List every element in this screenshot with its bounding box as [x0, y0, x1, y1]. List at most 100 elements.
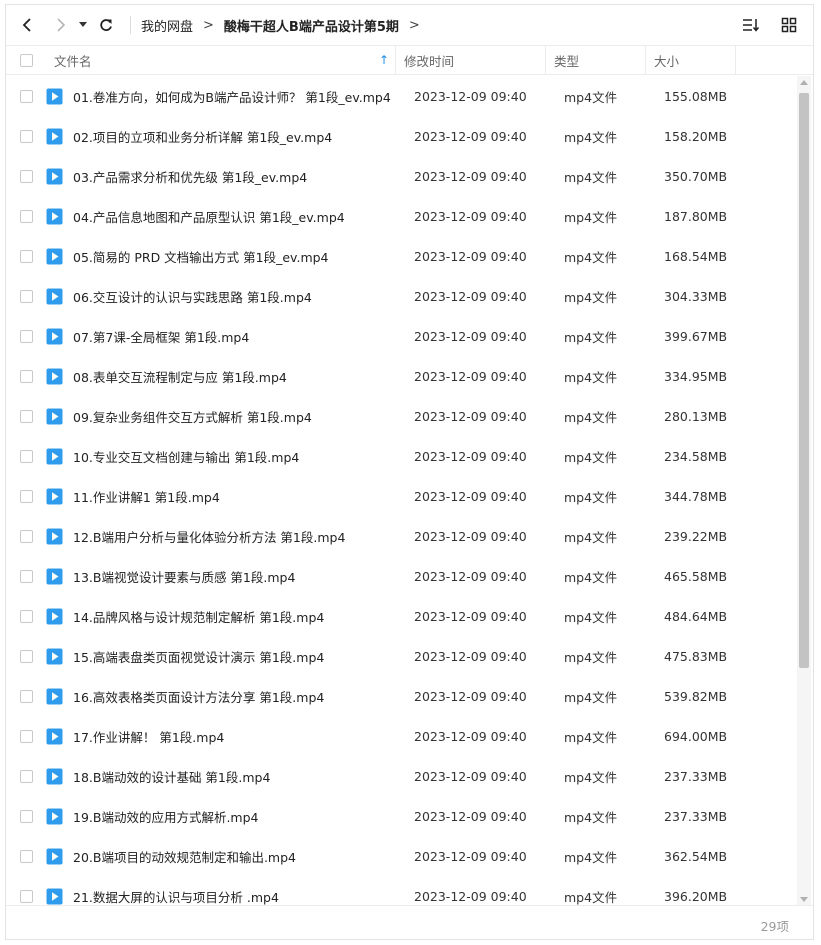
column-header-modified[interactable]: 修改时间 [396, 46, 546, 74]
row-checkbox[interactable] [20, 809, 33, 823]
row-checkbox[interactable] [20, 209, 33, 223]
file-name[interactable]: 09.复杂业务组件交互方式解析 第1段.mp4 [73, 407, 406, 426]
table-row[interactable]: 03.产品需求分析和优先级 第1段_ev.mp4 2023-12-09 09:40… [6, 156, 796, 196]
file-name[interactable]: 21.数据大屏的认识与项目分析 .mp4 [73, 887, 406, 906]
file-name[interactable]: 17.作业讲解！ 第1段.mp4 [73, 727, 406, 746]
row-checkbox[interactable] [20, 369, 33, 383]
table-row[interactable]: 18.B端动效的设计基础 第1段.mp4 2023-12-09 09:40 mp4文… [6, 756, 796, 796]
table-row[interactable]: 08.表单交互流程制定与应 第1段.mp4 2023-12-09 09:40 mp4… [6, 356, 796, 396]
row-checkbox[interactable] [20, 569, 33, 583]
column-header-type[interactable]: 类型 [546, 46, 646, 74]
scroll-up-arrow-icon[interactable] [800, 80, 808, 85]
file-name[interactable]: 12.B端用户分析与量化体验分析方法 第1段.mp4 [73, 527, 406, 546]
column-header-modified-label: 修改时间 [404, 53, 455, 69]
row-checkbox[interactable] [20, 729, 33, 743]
file-name[interactable]: 13.B端视觉设计要素与质感 第1段.mp4 [73, 567, 406, 586]
row-checkbox[interactable] [20, 249, 33, 263]
row-checkbox-cell [6, 769, 46, 783]
table-row[interactable]: 01.卷准方向，如何成为B端产品设计师？ 第1段_ev.mp4 2023-12-0… [6, 76, 796, 116]
item-count: 29项 [760, 919, 789, 934]
file-size: 344.78MB [664, 488, 728, 504]
file-name[interactable]: 07.第7课-全局框架 第1段.mp4 [73, 327, 406, 346]
vertical-scrollbar[interactable] [797, 76, 811, 906]
file-name[interactable]: 08.表单交互流程制定与应 第1段.mp4 [73, 367, 406, 386]
file-name[interactable]: 20.B端项目的动效规范制定和输出.mp4 [73, 847, 406, 866]
scrollbar-thumb[interactable] [799, 93, 809, 668]
table-row[interactable]: 21.数据大屏的认识与项目分析 .mp4 2023-12-09 09:40 mp4文… [6, 876, 796, 906]
row-checkbox[interactable] [20, 129, 33, 143]
file-modified: 2023-12-09 09:40 [414, 168, 527, 184]
refresh-icon[interactable] [94, 13, 118, 37]
file-size: 362.54MB [664, 848, 728, 864]
breadcrumb-root[interactable]: 我的网盘 [141, 16, 193, 35]
history-dropdown-icon[interactable] [76, 13, 90, 37]
file-name[interactable]: 06.交互设计的认识与实践思路 第1段.mp4 [73, 287, 406, 306]
table-row[interactable]: 02.项目的立项和业务分析详解 第1段_ev.mp4 2023-12-09 09:… [6, 116, 796, 156]
row-checkbox[interactable] [20, 449, 33, 463]
table-row[interactable]: 04.产品信息地图和产品原型认识 第1段_ev.mp4 2023-12-09 09… [6, 196, 796, 236]
row-checkbox[interactable] [20, 609, 33, 623]
video-file-icon [46, 368, 73, 385]
file-name[interactable]: 16.高效表格类页面设计方法分享 第1段.mp4 [73, 687, 406, 706]
row-checkbox[interactable] [20, 689, 33, 703]
table-row[interactable]: 13.B端视觉设计要素与质感 第1段.mp4 2023-12-09 09:40 mp… [6, 556, 796, 596]
table-row[interactable]: 06.交互设计的认识与实践思路 第1段.mp4 2023-12-09 09:40 m… [6, 276, 796, 316]
row-checkbox[interactable] [20, 169, 33, 183]
forward-icon[interactable] [48, 13, 72, 37]
file-name[interactable]: 02.项目的立项和业务分析详解 第1段_ev.mp4 [73, 127, 406, 146]
row-checkbox-cell [6, 329, 46, 343]
table-row[interactable]: 14.品牌风格与设计规范制定解析 第1段.mp4 2023-12-09 09:40… [6, 596, 796, 636]
table-row[interactable]: 16.高效表格类页面设计方法分享 第1段.mp4 2023-12-09 09:40… [6, 676, 796, 716]
video-file-icon [46, 328, 73, 345]
video-file-icon [46, 568, 73, 585]
table-row[interactable]: 11.作业讲解1 第1段.mp4 2023-12-09 09:40 mp4文件 344… [6, 476, 796, 516]
table-row[interactable]: 05.简易的 PRD 文档输出方式 第1段_ev.mp4 2023-12-09 0… [6, 236, 796, 276]
file-size: 399.67MB [664, 328, 728, 344]
sort-list-icon[interactable] [739, 13, 763, 37]
file-name[interactable]: 04.产品信息地图和产品原型认识 第1段_ev.mp4 [73, 207, 406, 226]
file-type: mp4文件 [564, 89, 618, 105]
row-checkbox[interactable] [20, 89, 33, 103]
grid-view-icon[interactable] [777, 13, 801, 37]
row-checkbox[interactable] [20, 329, 33, 343]
table-row[interactable]: 17.作业讲解！ 第1段.mp4 2023-12-09 09:40 mp4文件 694… [6, 716, 796, 756]
column-header-size[interactable]: 大小 [646, 46, 736, 74]
file-type: mp4文件 [564, 769, 618, 785]
file-name[interactable]: 03.产品需求分析和优先级 第1段_ev.mp4 [73, 167, 406, 186]
row-checkbox[interactable] [20, 769, 33, 783]
table-row[interactable]: 10.专业交互文档创建与输出 第1段.mp4 2023-12-09 09:40 mp… [6, 436, 796, 476]
table-row[interactable]: 09.复杂业务组件交互方式解析 第1段.mp4 2023-12-09 09:40 m… [6, 396, 796, 436]
row-checkbox-cell [6, 649, 46, 663]
column-header-name[interactable]: 文件名 ↑ [46, 46, 396, 74]
row-checkbox[interactable] [20, 849, 33, 863]
row-checkbox[interactable] [20, 529, 33, 543]
row-checkbox-cell [6, 209, 46, 223]
breadcrumb-current[interactable]: 酸梅干超人B端产品设计第5期 [224, 16, 399, 35]
table-row[interactable]: 19.B端动效的应用方式解析.mp4 2023-12-09 09:40 mp4文件 2… [6, 796, 796, 836]
file-name[interactable]: 10.专业交互文档创建与输出 第1段.mp4 [73, 447, 406, 466]
file-type: mp4文件 [564, 289, 618, 305]
table-row[interactable]: 07.第7课-全局框架 第1段.mp4 2023-12-09 09:40 mp4文件… [6, 316, 796, 356]
file-name[interactable]: 18.B端动效的设计基础 第1段.mp4 [73, 767, 406, 786]
file-name[interactable]: 14.品牌风格与设计规范制定解析 第1段.mp4 [73, 607, 406, 626]
file-name[interactable]: 15.高端表盘类页面视觉设计演示 第1段.mp4 [73, 647, 406, 666]
table-row[interactable]: 20.B端项目的动效规范制定和输出.mp4 2023-12-09 09:40 mp4… [6, 836, 796, 876]
table-row[interactable]: 15.高端表盘类页面视觉设计演示 第1段.mp4 2023-12-09 09:40… [6, 636, 796, 676]
file-name[interactable]: 19.B端动效的应用方式解析.mp4 [73, 807, 406, 826]
file-modified: 2023-12-09 09:40 [414, 848, 527, 864]
video-file-icon [46, 888, 73, 905]
back-icon[interactable] [16, 13, 40, 37]
scroll-down-arrow-icon[interactable] [800, 897, 808, 902]
row-checkbox[interactable] [20, 289, 33, 303]
select-all-checkbox[interactable] [20, 53, 33, 67]
file-name[interactable]: 01.卷准方向，如何成为B端产品设计师？ 第1段_ev.mp4 [73, 87, 406, 106]
file-name[interactable]: 11.作业讲解1 第1段.mp4 [73, 487, 406, 506]
file-name[interactable]: 05.简易的 PRD 文档输出方式 第1段_ev.mp4 [73, 247, 406, 266]
row-checkbox[interactable] [20, 409, 33, 423]
row-checkbox[interactable] [20, 649, 33, 663]
row-checkbox[interactable] [20, 489, 33, 503]
breadcrumb-expand-arrow[interactable]: > [409, 18, 420, 33]
row-checkbox-cell [6, 129, 46, 143]
row-checkbox[interactable] [20, 889, 33, 903]
table-row[interactable]: 12.B端用户分析与量化体验分析方法 第1段.mp4 2023-12-09 09:… [6, 516, 796, 556]
